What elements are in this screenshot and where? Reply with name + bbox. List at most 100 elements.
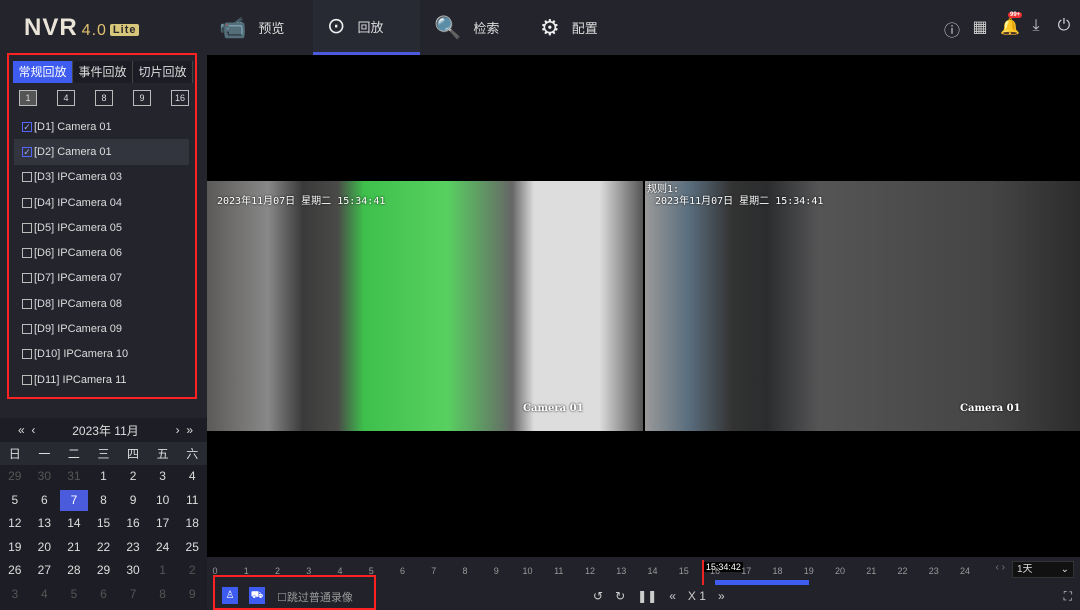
next-year-button[interactable]: › » (176, 423, 193, 437)
calendar-day[interactable]: 7 (60, 489, 88, 512)
camera-list-item[interactable]: [D11] IPCamera 11 (14, 367, 189, 392)
fast-icon[interactable]: » (718, 589, 725, 603)
camera-list-item[interactable]: ✓ [D1] Camera 01 (14, 114, 189, 139)
camera-list-item[interactable]: [D6] IPCamera 06 (14, 240, 189, 265)
calendar-day[interactable]: 4 (177, 465, 207, 489)
calendar-day[interactable]: 23 (118, 536, 148, 560)
calendar-day[interactable]: 10 (148, 489, 178, 513)
power-icon[interactable]: ⏻ (1056, 17, 1072, 41)
vehicle-filter-button[interactable]: ⛟ (249, 587, 265, 604)
camera-list-item[interactable]: [D4] IPCamera 04 (14, 190, 189, 215)
skip-label: 跳过普通录像 (286, 592, 353, 604)
calendar-day[interactable]: 30 (30, 465, 60, 489)
checkbox[interactable] (22, 222, 32, 233)
rewind-icon[interactable]: ↺ (593, 589, 603, 603)
checkbox[interactable] (22, 248, 32, 259)
download-icon[interactable]: ⤓ (1028, 17, 1044, 41)
timeline-arrows[interactable]: ‹ › (996, 562, 1005, 573)
calendar-day[interactable]: 16 (118, 512, 148, 536)
calendar-day[interactable]: 2 (177, 559, 207, 583)
calendar-day[interactable]: 18 (177, 512, 207, 536)
calendar-day[interactable]: 3 (0, 583, 30, 607)
checkbox[interactable] (22, 349, 32, 360)
calendar-day[interactable]: 7 (118, 583, 148, 607)
nav-search[interactable]: 🔍 检索 (420, 0, 513, 55)
checkbox[interactable] (22, 298, 32, 309)
calendar-day[interactable]: 2 (118, 465, 148, 489)
camera-list-item[interactable]: [D5] IPCamera 05 (14, 215, 189, 240)
calendar-day[interactable]: 19 (0, 536, 30, 560)
checkbox[interactable]: ✓ (22, 146, 32, 157)
fullscreen-icon[interactable]: ⛶ (1064, 589, 1072, 604)
calendar-day[interactable]: 15 (89, 512, 119, 536)
checkbox[interactable] (22, 172, 32, 183)
weekday-label: 日 (8, 447, 21, 461)
calendar-day[interactable]: 11 (177, 489, 207, 513)
calendar-day[interactable]: 27 (30, 559, 60, 583)
calendar-day[interactable]: 5 (59, 583, 89, 607)
calendar-day[interactable]: 5 (0, 489, 30, 513)
calendar-day[interactable]: 29 (0, 465, 30, 489)
nav-config[interactable]: ⚙ 配置 (526, 0, 612, 55)
calendar-day[interactable]: 1 (148, 559, 178, 583)
range-select[interactable]: 1天 ⌄ (1012, 561, 1074, 578)
checkbox[interactable]: ✓ (22, 121, 32, 132)
checkbox[interactable] (22, 197, 32, 208)
calendar-day[interactable]: 26 (0, 559, 30, 583)
calendar-day[interactable]: 9 (177, 583, 207, 607)
camera-list-item[interactable]: [D9] IPCamera 09 (14, 316, 189, 341)
split-9-button[interactable]: 9 (133, 90, 151, 106)
calendar-day[interactable]: 1 (89, 465, 119, 489)
split-1-button[interactable]: 1 (19, 90, 37, 106)
calendar-day[interactable]: 24 (148, 536, 178, 560)
camera-list-item[interactable]: [D8] IPCamera 08 (14, 291, 189, 316)
bell-icon[interactable]: 🔔 99+ (1000, 12, 1023, 41)
video-tile-2[interactable]: 规则1: 2023年11月07日 星期二 15:34:41 Camera 01 (645, 181, 1080, 431)
checkbox[interactable] (22, 374, 32, 385)
calendar-day[interactable]: 22 (89, 536, 119, 560)
tab-normal-playback[interactable]: 常规回放 (13, 61, 73, 83)
calendar-day[interactable]: 29 (89, 559, 119, 583)
timeline-ruler[interactable]: 15:34:42 0 1 2 3 4 5 6 7 8 9 10 11 12 13 14 15 16 17 18 19 2… (212, 560, 970, 585)
pause-icon[interactable]: ❚❚ (637, 589, 657, 603)
skip-normal-recording-checkbox[interactable]: ☐跳过普通录像 (277, 589, 353, 605)
calendar-day[interactable]: 8 (89, 489, 119, 513)
calendar-day[interactable]: 13 (30, 512, 60, 536)
split-16-button[interactable]: 16 (171, 90, 189, 106)
calendar-day[interactable]: 31 (59, 465, 89, 489)
calendar-day[interactable]: 3 (148, 465, 178, 489)
split-4-button[interactable]: 4 (57, 90, 75, 106)
calendar-day[interactable]: 25 (177, 536, 207, 560)
nav-preview[interactable]: 📹 预览 (205, 0, 298, 55)
calendar: « ‹ 2023年 11月 › » 日一二三四五六 29 30 31 1 2 3 4 5 6 7 8 9 1… (0, 418, 207, 610)
camera-list-item[interactable]: [D7] IPCamera 07 (14, 266, 189, 291)
info-icon[interactable]: ⓘ (944, 17, 960, 41)
tab-event-playback[interactable]: 事件回放 (73, 61, 133, 83)
forward-icon[interactable]: ↻ (615, 589, 625, 603)
calendar-day[interactable]: 28 (59, 559, 89, 583)
person-filter-button[interactable]: ♙ (222, 587, 238, 604)
calendar-day[interactable]: 21 (59, 536, 89, 560)
calendar-day[interactable]: 4 (30, 583, 60, 607)
camera-list-item[interactable]: [D3] IPCamera 03 (14, 165, 189, 190)
calendar-day[interactable]: 9 (118, 489, 148, 513)
split-8-button[interactable]: 8 (95, 90, 113, 106)
calendar-day[interactable]: 17 (148, 512, 178, 536)
calendar-day[interactable]: 6 (30, 489, 60, 513)
calendar-day[interactable]: 30 (118, 559, 148, 583)
checkbox[interactable] (22, 324, 32, 335)
calendar-day[interactable]: 14 (59, 512, 89, 536)
prev-year-button[interactable]: « ‹ (18, 423, 35, 437)
calendar-day[interactable]: 8 (148, 583, 178, 607)
calendar-day[interactable]: 6 (89, 583, 119, 607)
slow-icon[interactable]: « (669, 589, 676, 603)
video-tile-1[interactable]: 2023年11月07日 星期二 15:34:41 Camera 01 (207, 181, 643, 431)
calendar-day[interactable]: 20 (30, 536, 60, 560)
qr-code-icon[interactable]: ▦ (972, 17, 988, 41)
nav-playback[interactable]: ⊙ 回放 (313, 0, 420, 55)
calendar-day[interactable]: 12 (0, 512, 30, 536)
camera-list-item[interactable]: [D10] IPCamera 10 (14, 342, 189, 367)
tab-clip-playback[interactable]: 切片回放 (133, 61, 193, 83)
checkbox[interactable] (22, 273, 32, 284)
camera-list-item[interactable]: ✓ [D2] Camera 01 (14, 139, 189, 165)
